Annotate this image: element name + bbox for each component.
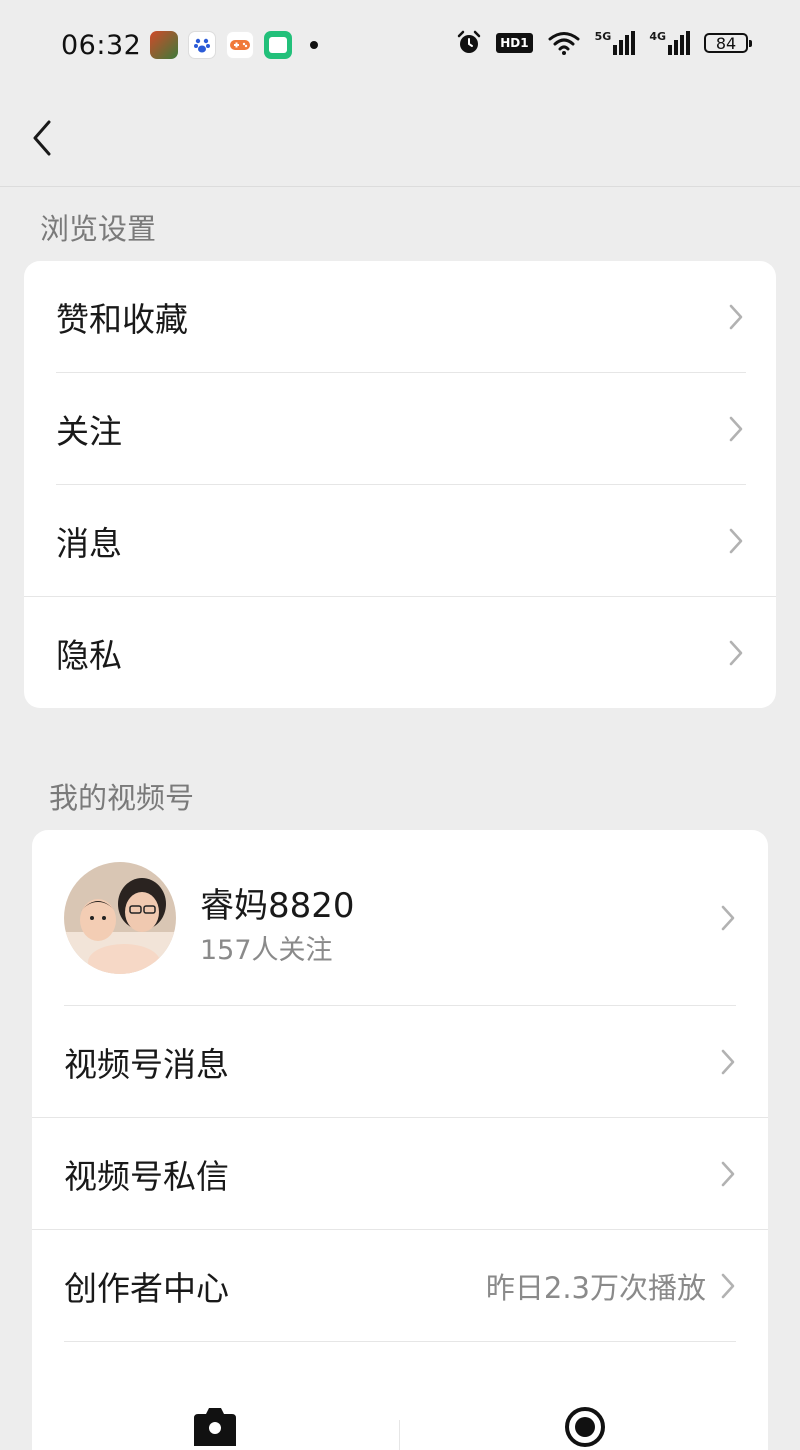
live-record-icon [565, 1407, 605, 1447]
alarm-icon [458, 30, 481, 53]
privacy-label: 隐私 [56, 636, 122, 675]
browse-settings-title: 浏览设置 [40, 212, 157, 246]
chevron-right-icon [729, 528, 743, 554]
chevron-left-icon [33, 120, 51, 156]
creator-center-item[interactable]: 创作者中心 昨日2.3万次播放 [32, 1230, 768, 1342]
chevron-right-icon [721, 1273, 735, 1299]
channel-messages-item[interactable]: 视频号消息 [32, 1006, 768, 1118]
chevron-right-icon [721, 905, 735, 931]
channel-followers: 157人关注 [200, 935, 333, 966]
likes-favorites-label: 赞和收藏 [56, 300, 188, 339]
chevron-right-icon [721, 1161, 735, 1187]
qu-app-icon [264, 31, 292, 59]
chevron-right-icon [721, 1049, 735, 1075]
chevron-right-icon [729, 416, 743, 442]
more-notifications-dot [310, 41, 318, 49]
status-time: 06:32 [61, 30, 142, 61]
battery-indicator: 84 [704, 33, 752, 53]
channel-name: 睿妈8820 [200, 886, 355, 926]
channel-private-messages-item[interactable]: 视频号私信 [32, 1118, 768, 1230]
post-photo-button[interactable] [192, 1406, 238, 1446]
signal-4g-icon: 4G [649, 30, 690, 55]
signal-5g-icon: 5G [595, 30, 636, 55]
messages-item[interactable]: 消息 [24, 485, 776, 597]
wifi-icon [548, 32, 580, 55]
channel-profile-item[interactable]: 睿妈8820 157人关注 [32, 830, 768, 1006]
following-label: 关注 [56, 412, 122, 451]
nav-divider [0, 186, 800, 187]
actions-divider [399, 1420, 400, 1450]
my-channels-card: 睿妈8820 157人关注 视频号消息 视频号私信 创作者中心 昨日2.3万次播… [32, 830, 768, 1450]
notification-app-icons [150, 31, 318, 59]
channel-messages-label: 视频号消息 [64, 1045, 229, 1084]
likes-favorites-item[interactable]: 赞和收藏 [24, 261, 776, 373]
channel-actions-bar [32, 1342, 768, 1450]
following-item[interactable]: 关注 [24, 373, 776, 485]
browse-settings-card: 赞和收藏 关注 消息 隐私 [24, 261, 776, 708]
status-indicators: HD1 5G 4G 84 [456, 30, 752, 56]
game-app-icon [150, 31, 178, 59]
creator-center-label: 创作者中心 [64, 1269, 229, 1308]
go-live-button[interactable] [562, 1404, 608, 1450]
chevron-right-icon [729, 304, 743, 330]
baidu-app-icon [188, 31, 216, 59]
creator-center-stats: 昨日2.3万次播放 [485, 1271, 706, 1305]
chevron-right-icon [729, 640, 743, 666]
status-bar: 06:32 HD1 5G 4G 84 [0, 0, 800, 92]
game-controller-app-icon [226, 31, 254, 59]
avatar [64, 862, 176, 974]
channel-private-messages-label: 视频号私信 [64, 1157, 229, 1196]
hd-voice-icon: HD1 [496, 33, 533, 53]
my-channels-title: 我的视频号 [49, 781, 195, 815]
camera-icon [194, 1408, 236, 1446]
messages-label: 消息 [56, 524, 122, 563]
privacy-item[interactable]: 隐私 [24, 597, 776, 708]
back-button[interactable] [22, 112, 62, 164]
